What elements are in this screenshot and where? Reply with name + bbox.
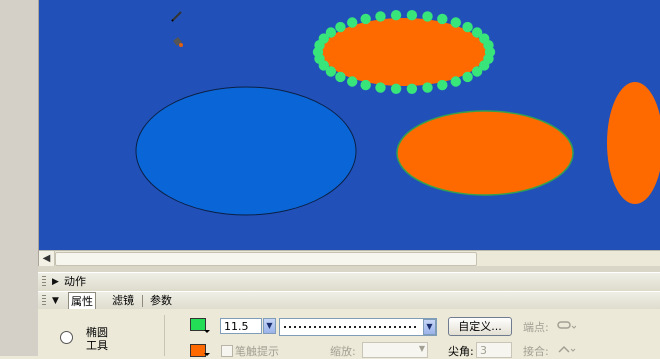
green-dot: [471, 66, 483, 77]
green-dot: [437, 79, 448, 91]
stroke-hint-checkbox[interactable]: [221, 345, 233, 357]
green-dot: [437, 13, 448, 25]
actions-label: 动作: [64, 275, 86, 288]
green-dot: [375, 82, 386, 93]
green-dot: [422, 82, 433, 93]
custom-button[interactable]: 自定义...: [448, 317, 512, 336]
pencil-icon: [171, 11, 182, 22]
scroll-thumb[interactable]: [55, 252, 477, 266]
green-dot: [335, 71, 346, 83]
green-dot: [450, 76, 461, 87]
green-dot: [406, 83, 418, 95]
green-dot: [347, 76, 358, 87]
join-label: 接合:: [523, 345, 549, 358]
join-icon[interactable]: [556, 344, 576, 354]
endpoint-cap-icon[interactable]: [556, 320, 576, 330]
paint-bucket-icon: [173, 37, 183, 47]
scale-label: 缩放:: [330, 345, 356, 358]
green-dot: [483, 40, 494, 51]
green-dot: [360, 13, 371, 25]
green-dot: [347, 17, 358, 28]
tab-parameters[interactable]: 参数: [148, 292, 174, 310]
green-dot: [375, 11, 386, 22]
grip-icon[interactable]: [42, 295, 46, 307]
orange-ellipse-right[interactable]: [607, 82, 660, 204]
dotted-line-preview: [284, 326, 416, 328]
green-dot: [360, 79, 371, 91]
divider: [164, 315, 165, 356]
triangle-down-icon[interactable]: ▼: [52, 295, 59, 307]
stroke-height-input[interactable]: 11.5: [220, 318, 262, 334]
green-dot: [406, 10, 418, 21]
orange-ellipse[interactable]: [396, 110, 574, 196]
stroke-height-dropdown-button[interactable]: ▼: [263, 318, 276, 334]
green-dot: [450, 17, 461, 28]
chevron-down-icon[interactable]: ▼: [423, 319, 436, 335]
green-dot: [422, 11, 433, 22]
stroke-hint-label: 笔触提示: [235, 345, 279, 358]
triangle-right-icon[interactable]: ▶: [52, 276, 59, 288]
chevron-down-icon: [204, 330, 210, 333]
green-dot: [335, 21, 346, 33]
blue-ellipse[interactable]: [135, 86, 357, 216]
actions-panel-header[interactable]: ▶ 动作: [38, 272, 660, 292]
stage-canvas[interactable]: [39, 0, 660, 250]
tool-name-line2: 工具: [86, 339, 108, 352]
tab-separator: [142, 295, 143, 307]
left-gutter: [0, 0, 39, 356]
properties-panel-header: ▼ 属性 滤镜 参数: [38, 291, 660, 311]
stroke-style-dropdown[interactable]: ▼: [279, 318, 437, 336]
green-dot: [462, 71, 473, 83]
grip-icon[interactable]: [42, 276, 46, 288]
horizontal-scrollbar[interactable]: ◀: [39, 250, 660, 266]
arrow-left-icon[interactable]: ◀: [39, 251, 55, 266]
tool-name: 椭圆 工具: [86, 326, 108, 352]
chevron-down-icon: ▼: [418, 344, 425, 353]
ellipse-tool-icon: [60, 331, 73, 344]
green-dot: [325, 27, 337, 38]
green-dot: [390, 83, 402, 95]
endpoint-label: 端点:: [523, 321, 549, 334]
tab-filters[interactable]: 滤镜: [110, 292, 136, 310]
stage-drawing: [135, 10, 660, 216]
green-dot: [462, 21, 473, 33]
orange-ellipse-dotted[interactable]: [322, 18, 486, 86]
green-dot: [390, 10, 402, 21]
tool-name-line1: 椭圆: [86, 326, 108, 339]
corner-label: 尖角:: [448, 345, 474, 358]
